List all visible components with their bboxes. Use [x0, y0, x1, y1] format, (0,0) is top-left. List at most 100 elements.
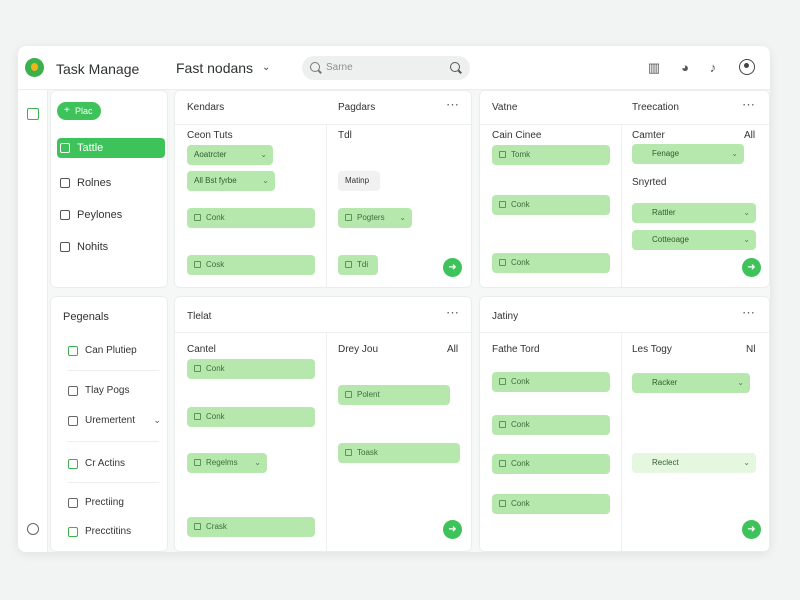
filter-label[interactable]: All — [744, 130, 755, 141]
chevron-down-icon: ⌄ — [260, 150, 267, 159]
tag-chip[interactable]: Rattler ⌄ — [632, 203, 756, 223]
add-task-button[interactable]: ➜ — [443, 258, 462, 277]
board-title: Jatiny — [492, 311, 519, 322]
task-icon — [345, 391, 352, 398]
board-icon[interactable] — [27, 108, 39, 120]
trash-icon[interactable]: ▥ — [646, 60, 662, 76]
top-bar: Task Manage Fast nodans ⌄ Sarne ▥ ◕ ♪ — [18, 46, 770, 90]
board-kendars: Kendars Pagdars ⋯ Ceon Tuts Tdl Aoatrcte… — [174, 90, 472, 288]
chevron-down-icon[interactable]: ⌄ — [262, 62, 270, 73]
task-card[interactable]: Conk — [492, 253, 610, 273]
document-icon — [68, 386, 78, 396]
task-icon — [499, 378, 506, 385]
search-submit-icon[interactable] — [450, 62, 460, 72]
nav-item-prectiing[interactable]: Prectiing — [67, 493, 161, 513]
task-card[interactable]: Tdi — [338, 255, 378, 275]
column-divider — [621, 333, 622, 551]
user-avatar-icon[interactable] — [739, 59, 755, 75]
task-card[interactable]: Polent — [338, 385, 450, 405]
task-icon — [194, 261, 201, 268]
sidebar-item-peylones[interactable]: Peylones — [57, 205, 165, 225]
task-card[interactable]: Conk — [492, 372, 610, 392]
nav-item-precctitins[interactable]: Precctitins — [67, 522, 161, 542]
task-icon — [499, 201, 506, 208]
more-icon[interactable]: ⋯ — [742, 97, 756, 113]
lock-icon — [60, 210, 70, 220]
more-icon[interactable]: ⋯ — [742, 305, 756, 321]
task-card[interactable]: Cosk — [187, 255, 315, 275]
new-button[interactable]: + Plac — [57, 102, 101, 120]
task-card[interactable]: Crask — [187, 517, 315, 537]
task-card[interactable]: Toask — [338, 443, 460, 463]
search-input[interactable]: Sarne — [326, 62, 353, 73]
tag-chip[interactable]: Cotteoage ⌄ — [632, 230, 756, 250]
nav-item-cr-actins[interactable]: Cr Actins — [67, 454, 161, 474]
column-title: Treecation — [632, 102, 679, 113]
task-card[interactable]: Conk — [492, 454, 610, 474]
tag-chip[interactable]: Racker ⌄ — [632, 373, 750, 393]
add-task-button[interactable]: ➜ — [742, 520, 761, 539]
nav-item-tlay-pogs[interactable]: Tlay Pogs — [67, 381, 161, 401]
task-card[interactable]: Conk — [492, 415, 610, 435]
tag-chip[interactable]: Aoatrcter ⌄ — [187, 145, 273, 165]
image-icon — [68, 416, 78, 426]
search-bar[interactable]: Sarne — [302, 56, 470, 80]
search-icon — [310, 62, 320, 72]
app-title: Task Manage — [56, 61, 140, 77]
task-card[interactable]: Conk — [187, 359, 315, 379]
sidebar-item-nohits[interactable]: Nohits — [57, 237, 165, 257]
sidebar-item-rolnes[interactable]: Rolnes — [57, 173, 165, 193]
sidebar-item-tattle[interactable]: Tattle — [57, 138, 165, 158]
task-card[interactable]: Conk — [492, 494, 610, 514]
column-title: Pagdars — [338, 102, 376, 113]
column-title: Vatne — [492, 102, 518, 113]
nav-item-uremertent[interactable]: Uremertent ⌄ — [67, 411, 161, 431]
tag-chip[interactable]: All Bst fyrbe ⌄ — [187, 171, 275, 191]
task-icon — [194, 365, 201, 372]
task-card[interactable]: Regelms ⌄ — [187, 453, 267, 473]
app-logo — [25, 58, 44, 77]
task-card[interactable]: Conk — [187, 407, 315, 427]
task-icon — [345, 214, 352, 221]
print-icon — [68, 498, 78, 508]
task-icon — [345, 449, 352, 456]
task-card[interactable]: Conk — [187, 208, 315, 228]
more-icon[interactable]: ⋯ — [446, 97, 460, 113]
chevron-down-icon[interactable]: ⌄ — [153, 415, 161, 426]
chevron-down-icon: ⌄ — [262, 176, 269, 185]
workspace-selector[interactable]: Fast nodans — [176, 60, 253, 76]
filter-label[interactable]: Nl — [746, 344, 755, 355]
column-subtitle: Drey Jou — [338, 344, 379, 355]
board-header: Jatiny ⋯ — [480, 297, 769, 333]
nav-item-can-plutiep[interactable]: Can Plutiep — [67, 341, 161, 361]
checklist-icon — [68, 459, 78, 469]
more-icon[interactable]: ⋯ — [446, 305, 460, 321]
task-card[interactable]: Conk — [492, 195, 610, 215]
task-card[interactable]: Tomk — [492, 145, 610, 165]
add-task-button[interactable]: ➜ — [742, 258, 761, 277]
grid-icon — [60, 242, 70, 252]
column-subtitle: Ceon Tuts — [187, 130, 233, 141]
chevron-down-icon: ⌄ — [254, 458, 261, 467]
bag-icon[interactable]: ◕ — [677, 60, 693, 76]
icon-rail — [18, 90, 48, 552]
tag-chip[interactable]: Matinp — [338, 171, 380, 191]
add-task-button[interactable]: ➜ — [443, 520, 462, 539]
folder-icon — [60, 178, 70, 188]
bell-icon[interactable]: ♪ — [705, 60, 721, 76]
task-icon — [194, 413, 201, 420]
tag-icon — [60, 143, 70, 153]
column-subtitle: Cain Cinee — [492, 130, 542, 141]
column-divider — [326, 125, 327, 287]
board-header: Kendars Pagdars ⋯ — [175, 91, 471, 125]
tag-chip[interactable]: Fenage ⌄ — [632, 144, 744, 164]
task-card[interactable]: Pogters ⌄ — [338, 208, 412, 228]
task-icon — [499, 500, 506, 507]
chevron-down-icon: ⌄ — [731, 149, 738, 158]
settings-icon[interactable] — [27, 523, 39, 535]
column-subtitle: Tdl — [338, 130, 352, 141]
tag-chip[interactable]: Reclect ⌄ — [632, 453, 756, 473]
filter-label[interactable]: All — [447, 344, 458, 355]
projects-heading: Pegenals — [63, 311, 109, 323]
plus-icon: + — [64, 105, 70, 116]
